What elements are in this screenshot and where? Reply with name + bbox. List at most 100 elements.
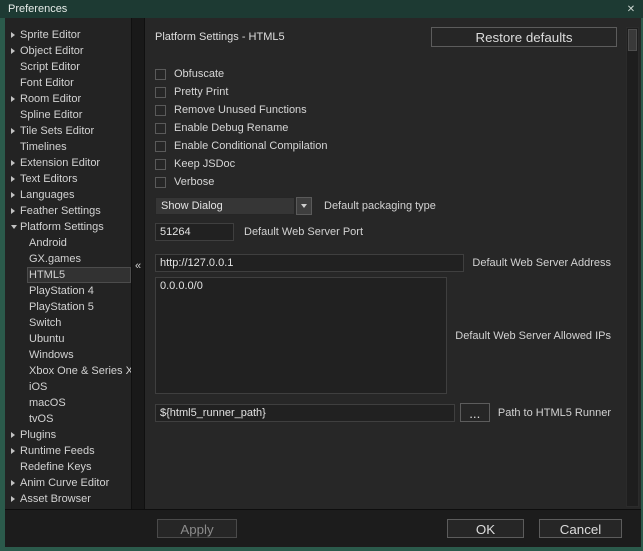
- web-server-address-label: Default Web Server Address: [472, 257, 611, 269]
- web-server-port-label: Default Web Server Port: [244, 226, 364, 238]
- sidebar-item-label: Extension Editor: [20, 157, 101, 169]
- chevron-right-icon[interactable]: [11, 432, 20, 438]
- web-server-port-row: Default Web Server Port: [155, 223, 611, 241]
- sidebar-item-sprite-editor[interactable]: Sprite Editor: [5, 27, 131, 43]
- sidebar-item-extension-editor[interactable]: Extension Editor: [5, 155, 131, 171]
- preferences-window: Preferences ✕ Sprite Editor Object Editor…: [0, 0, 643, 551]
- sidebar-item-tvos[interactable]: tvOS: [27, 411, 131, 427]
- checkbox-row-verbose[interactable]: Verbose: [155, 173, 611, 191]
- chevron-right-icon[interactable]: [11, 176, 20, 182]
- sidebar-item-label: PlayStation 5: [29, 301, 94, 313]
- sidebar-item-label: Asset Browser: [20, 493, 91, 505]
- sidebar-item-anim-curve-editor[interactable]: Anim Curve Editor: [5, 475, 131, 491]
- settings-scrollbar[interactable]: [626, 27, 639, 507]
- checkbox-enable-debug-rename[interactable]: [155, 122, 166, 134]
- checkbox-obfuscate[interactable]: [155, 68, 166, 80]
- sidebar-item-android[interactable]: Android: [27, 235, 131, 251]
- checkbox-label: Obfuscate: [174, 68, 225, 80]
- sidebar-item-ubuntu[interactable]: Ubuntu: [27, 331, 131, 347]
- checkbox-pretty-print[interactable]: [155, 86, 166, 98]
- chevron-right-icon[interactable]: [11, 480, 20, 486]
- sidebar-item-macos[interactable]: macOS: [27, 395, 131, 411]
- sidebar-item-asset-browser[interactable]: Asset Browser: [5, 491, 131, 507]
- cancel-button[interactable]: Cancel: [539, 519, 622, 538]
- sidebar-item-windows[interactable]: Windows: [27, 347, 131, 363]
- packaging-type-select[interactable]: Show Dialog: [155, 197, 312, 215]
- chevron-right-icon[interactable]: [11, 160, 20, 166]
- sidebar-item-room-editor[interactable]: Room Editor: [5, 91, 131, 107]
- checkbox-row-keep-jsdoc[interactable]: Keep JSDoc: [155, 155, 611, 173]
- dialog-footer: Apply OK Cancel: [5, 509, 641, 547]
- checkbox-label: Keep JSDoc: [174, 158, 236, 170]
- chevron-right-icon[interactable]: [11, 448, 20, 454]
- checkbox-row-pretty-print[interactable]: Pretty Print: [155, 83, 611, 101]
- close-icon[interactable]: ✕: [619, 4, 643, 15]
- allowed-ips-textarea[interactable]: 0.0.0.0/0: [155, 277, 448, 394]
- settings-header: Platform Settings - HTML5 Restore defaul…: [153, 18, 641, 47]
- chevron-right-icon[interactable]: [11, 192, 20, 198]
- checkbox-row-enable-conditional-compilation[interactable]: Enable Conditional Compilation: [155, 137, 611, 155]
- chevron-down-icon[interactable]: [296, 197, 312, 215]
- checkbox-row-remove-unused-functions[interactable]: Remove Unused Functions: [155, 101, 611, 119]
- collapse-sidebar-icon[interactable]: «: [132, 260, 144, 272]
- sidebar-item-label: Switch: [29, 317, 62, 329]
- sidebar-item-label: Android: [29, 237, 67, 249]
- chevron-right-icon[interactable]: [11, 208, 20, 214]
- sidebar-item-label: GX.games: [29, 253, 81, 265]
- panel-splitter[interactable]: «: [131, 18, 145, 509]
- settings-scrollbar-thumb[interactable]: [628, 29, 637, 51]
- checkbox-verbose[interactable]: [155, 176, 166, 188]
- chevron-down-icon[interactable]: [11, 225, 20, 229]
- checkbox-remove-unused-functions[interactable]: [155, 104, 166, 116]
- checkbox-row-enable-debug-rename[interactable]: Enable Debug Rename: [155, 119, 611, 137]
- sidebar-tree[interactable]: Sprite Editor Object Editor Script Editor F…: [5, 18, 131, 509]
- sidebar-item-languages[interactable]: Languages: [5, 187, 131, 203]
- packaging-type-value[interactable]: Show Dialog: [155, 197, 295, 215]
- chevron-right-icon[interactable]: [11, 96, 20, 102]
- sidebar-item-font-editor[interactable]: Font Editor: [5, 75, 131, 91]
- runner-path-label: Path to HTML5 Runner: [497, 406, 611, 419]
- restore-defaults-button[interactable]: Restore defaults: [431, 27, 617, 47]
- sidebar-item-label: Timelines: [20, 141, 67, 153]
- web-server-address-input[interactable]: [155, 254, 465, 272]
- apply-button[interactable]: Apply: [157, 519, 237, 538]
- chevron-right-icon[interactable]: [11, 48, 20, 54]
- chevron-right-icon[interactable]: [11, 496, 20, 502]
- sidebar-item-label: Tile Sets Editor: [20, 125, 95, 137]
- sidebar-item-redefine-keys[interactable]: Redefine Keys: [5, 459, 131, 475]
- sidebar-item-runtime-feeds[interactable]: Runtime Feeds: [5, 443, 131, 459]
- sidebar-item-label: macOS: [29, 397, 66, 409]
- sidebar-item-gx-games[interactable]: GX.games: [27, 251, 131, 267]
- settings-content: Obfuscate Pretty Print Remove Unused Funct…: [153, 47, 641, 422]
- checkbox-keep-jsdoc[interactable]: [155, 158, 166, 170]
- sidebar-item-object-editor[interactable]: Object Editor: [5, 43, 131, 59]
- ok-button[interactable]: OK: [447, 519, 524, 538]
- window-content: Sprite Editor Object Editor Script Editor F…: [5, 18, 641, 547]
- sidebar-item-tile-sets-editor[interactable]: Tile Sets Editor: [5, 123, 131, 139]
- sidebar-item-script-editor[interactable]: Script Editor: [5, 59, 131, 75]
- chevron-right-icon[interactable]: [11, 32, 20, 38]
- sidebar-item-html5[interactable]: HTML5: [27, 267, 131, 283]
- sidebar-item-label: Sprite Editor: [20, 29, 81, 41]
- runner-path-input[interactable]: [155, 403, 455, 422]
- browse-button[interactable]: ...: [459, 403, 490, 422]
- checkbox-row-obfuscate[interactable]: Obfuscate: [155, 65, 611, 83]
- checkbox-label: Remove Unused Functions: [174, 104, 307, 116]
- title-bar[interactable]: Preferences ✕: [0, 0, 643, 18]
- sidebar-item-spline-editor[interactable]: Spline Editor: [5, 107, 131, 123]
- sidebar-item-feather-settings[interactable]: Feather Settings: [5, 203, 131, 219]
- sidebar-item-ios[interactable]: iOS: [27, 379, 131, 395]
- sidebar-item-timelines[interactable]: Timelines: [5, 139, 131, 155]
- sidebar-item-playstation-5[interactable]: PlayStation 5: [27, 299, 131, 315]
- sidebar-item-playstation-4[interactable]: PlayStation 4: [27, 283, 131, 299]
- window-title: Preferences: [8, 3, 68, 15]
- web-server-port-input[interactable]: [155, 223, 234, 241]
- sidebar-item-switch[interactable]: Switch: [27, 315, 131, 331]
- chevron-right-icon[interactable]: [11, 128, 20, 134]
- sidebar-item-plugins[interactable]: Plugins: [5, 427, 131, 443]
- sidebar-item-text-editors[interactable]: Text Editors: [5, 171, 131, 187]
- checkbox-enable-conditional-compilation[interactable]: [155, 140, 166, 152]
- sidebar-item-xbox-one-series-x[interactable]: Xbox One & Series X: [27, 363, 131, 379]
- sidebar-item-platform-settings[interactable]: Platform Settings: [5, 219, 131, 235]
- packaging-type-label: Default packaging type: [324, 200, 436, 212]
